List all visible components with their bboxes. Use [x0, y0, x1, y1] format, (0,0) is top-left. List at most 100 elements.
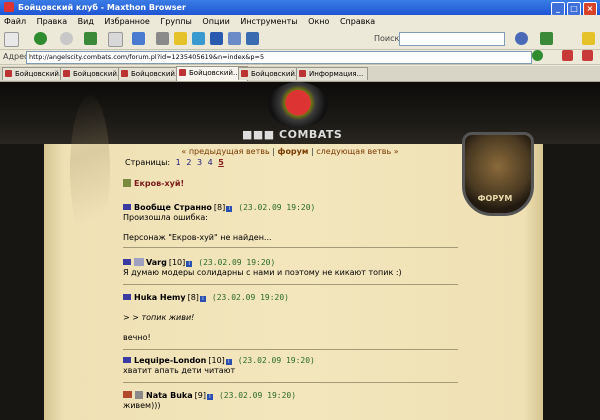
abp-icon[interactable] — [562, 50, 573, 61]
align-badge-icon — [134, 258, 144, 266]
refresh-icon[interactable] — [84, 32, 97, 45]
lightning-icon[interactable] — [582, 32, 595, 45]
toolbar: Поиск — [0, 29, 600, 50]
search-label: Поиск — [374, 34, 400, 43]
new-page-icon[interactable] — [4, 32, 19, 47]
tab-favicon-icon — [299, 70, 306, 77]
tab-5[interactable]: Бойцовский... — [238, 67, 304, 80]
tab-3[interactable]: Бойцовский... — [118, 67, 184, 80]
pagination: Страницы: 1 2 3 4 5 — [125, 158, 224, 167]
forum-post: Lequipe-London [10] i (23.02.09 19:20) хват… — [123, 356, 458, 383]
post-date: (23.02.09 19:20) — [198, 258, 276, 267]
user-info-icon[interactable]: i — [206, 394, 213, 400]
undo-icon[interactable] — [210, 32, 223, 45]
post-author[interactable]: Varg — [146, 258, 167, 267]
tab-label: Бойцовский... — [251, 70, 302, 78]
menu-help[interactable]: Справка — [336, 15, 379, 29]
tab-label: Бойцовский... — [189, 69, 240, 77]
close-button[interactable]: × — [583, 2, 597, 16]
page-link-4[interactable]: 4 — [208, 158, 213, 167]
print-icon[interactable] — [156, 32, 169, 45]
window-controls: _ □ × — [549, 1, 597, 16]
window-title: Бойцовский клуб - Maxthon Browser — [18, 3, 186, 12]
topic-icon — [123, 179, 131, 187]
page-link-2[interactable]: 2 — [186, 158, 191, 167]
go-icon[interactable] — [532, 50, 543, 61]
post-author[interactable]: Huka Hemy — [134, 293, 186, 302]
app-icon — [4, 2, 14, 12]
thread-navigation: « предыдущая ветвь | форум | следующая в… — [181, 147, 399, 156]
address-input[interactable]: http://angelscity.combats.com/forum.pl?i… — [26, 51, 532, 64]
post-body: живем))) — [123, 401, 161, 410]
favorites-star-icon[interactable] — [174, 32, 187, 45]
post-level: [10] — [168, 258, 186, 267]
user-info-icon[interactable]: i — [186, 261, 193, 267]
forum-post: Вообще Странно [8] i (23.02.09 19:20) Произ… — [123, 203, 458, 248]
address-bar: Адрес http://angelscity.combats.com/foru… — [0, 50, 600, 65]
save-icon[interactable] — [192, 32, 205, 45]
tab-favicon-icon — [179, 69, 186, 76]
post-author[interactable]: Nata Buka — [146, 391, 193, 400]
menu-file[interactable]: Файл — [0, 15, 30, 29]
forum-link[interactable]: форум — [278, 147, 309, 156]
page-link-5-current[interactable]: 5 — [218, 158, 224, 167]
post-date: (23.02.09 19:20) — [237, 356, 315, 365]
page-link-3[interactable]: 3 — [197, 158, 202, 167]
post-divider — [123, 382, 458, 383]
maximize-button[interactable]: □ — [567, 2, 581, 16]
post-body: Я думаю модеры солидарны с нами и поэтом… — [123, 268, 402, 277]
menu-favorites[interactable]: Избранное — [100, 15, 153, 29]
popup-blocker-icon[interactable] — [582, 50, 593, 61]
post-level: [8] — [213, 203, 226, 212]
prev-thread-link[interactable]: « предыдущая ветвь — [181, 147, 269, 156]
tab-label: Бойцовский... — [131, 70, 182, 78]
forum-post: Nata Buka [9] i (23.02.09 19:20) живем))) — [123, 391, 458, 411]
post-body: хватит апать дети читают — [123, 366, 236, 375]
post-level: [10] — [208, 356, 225, 365]
menu-groups[interactable]: Группы — [156, 15, 195, 29]
menu-edit[interactable]: Правка — [33, 15, 71, 29]
forum-shield-label: ФОРУМ — [477, 194, 513, 203]
menu-bar: Файл Правка Вид Избранное Группы Опции И… — [0, 15, 600, 30]
back-icon[interactable] — [34, 32, 47, 45]
post-date: (23.02.09 19:20) — [238, 203, 316, 212]
clan-flag-icon — [123, 357, 131, 363]
user-info-icon[interactable]: i — [225, 359, 232, 365]
align-badge-icon — [135, 391, 143, 399]
post-author[interactable]: Lequipe-London — [134, 356, 206, 365]
minimize-button[interactable]: _ — [551, 2, 565, 16]
post-date: (23.02.09 19:20) — [211, 293, 289, 302]
forward-icon[interactable] — [60, 32, 73, 45]
post-divider — [123, 284, 458, 285]
post-level: [9] — [194, 391, 206, 400]
post-author[interactable]: Вообще Странно — [134, 203, 212, 212]
history-icon[interactable] — [228, 32, 241, 45]
home-icon[interactable] — [132, 32, 145, 45]
user-info-icon[interactable]: i — [226, 206, 233, 212]
next-thread-link[interactable]: следующая ветвь » — [316, 147, 398, 156]
search-go-icon[interactable] — [515, 32, 528, 45]
topic-title: Екров-хуй! — [123, 179, 184, 188]
menu-tools[interactable]: Инструменты — [236, 15, 301, 29]
menu-view[interactable]: Вид — [74, 15, 98, 29]
feather-decoration-icon — [70, 95, 110, 245]
pages-label: Страницы: — [125, 158, 171, 167]
tab-2[interactable]: Бойцовский... — [60, 67, 126, 80]
stop-icon[interactable] — [108, 32, 123, 47]
search-input[interactable] — [399, 32, 505, 46]
user-info-icon[interactable]: i — [199, 296, 206, 302]
post-divider — [123, 349, 458, 350]
tab-1[interactable]: Бойцовский... — [2, 67, 68, 80]
menu-window[interactable]: Окно — [304, 15, 333, 29]
tab-label: Бойцовский... — [73, 70, 124, 78]
plugin-icon[interactable] — [540, 32, 553, 45]
tab-label: Бойцовский... — [15, 70, 66, 78]
post-date: (23.02.09 19:20) — [218, 391, 297, 400]
clan-flag-icon — [123, 259, 131, 265]
left-border — [0, 144, 44, 420]
tab-6[interactable]: Информация... — [296, 67, 368, 80]
clan-flag-icon — [123, 391, 132, 398]
split-view-icon[interactable] — [246, 32, 259, 45]
menu-options[interactable]: Опции — [198, 15, 233, 29]
page-link-1[interactable]: 1 — [176, 158, 181, 167]
